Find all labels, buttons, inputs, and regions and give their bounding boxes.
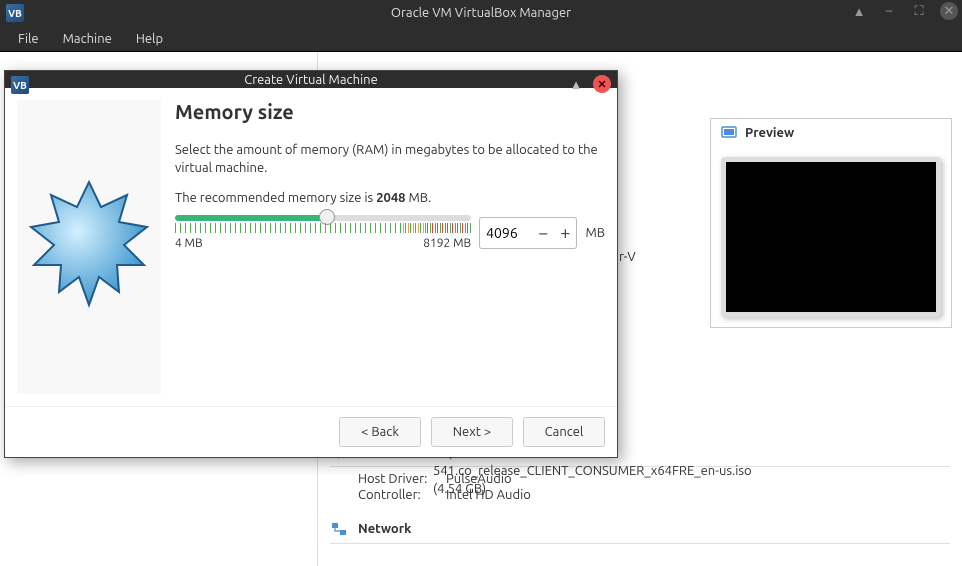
spin-down-icon[interactable]: − — [538, 224, 548, 242]
wizard-step-title: Memory size — [175, 100, 605, 123]
controller-label: Controller: — [358, 488, 436, 502]
preview-panel: Preview — [710, 118, 952, 328]
slider-min-label: 4 MB — [175, 237, 203, 250]
virtualbox-app-icon: VB — [6, 4, 24, 22]
next-button[interactable]: Next > — [431, 417, 513, 447]
paravirt-value-fragment: r-V — [619, 250, 636, 264]
dialog-title: Create Virtual Machine — [244, 73, 378, 87]
starburst-icon — [19, 177, 159, 317]
maximize-icon[interactable]: ⛶ — [910, 2, 928, 20]
back-button[interactable]: < Back — [339, 417, 421, 447]
network-section-header[interactable]: Network — [330, 515, 950, 544]
create-vm-dialog: VB Create Virtual Machine ▲ ✕ Memory siz… — [4, 70, 618, 458]
memory-unit: MB — [585, 226, 605, 240]
menu-machine[interactable]: Machine — [51, 28, 124, 50]
wizard-description: Select the amount of memory (RAM) in meg… — [175, 141, 605, 177]
main-window-controls: ▲ – ⛶ ✕ — [850, 2, 958, 20]
network-section: Network — [330, 515, 950, 544]
preview-screen — [721, 157, 941, 317]
minimize-icon[interactable]: – — [880, 2, 898, 20]
close-icon[interactable]: ✕ — [940, 2, 958, 20]
dialog-app-icon: VB — [11, 76, 29, 94]
dialog-rollup-icon[interactable]: ▲ — [567, 75, 585, 93]
memory-slider-row: 4 MB 8192 MB 4096 − + MB — [175, 215, 605, 250]
memory-slider[interactable]: 4 MB 8192 MB — [175, 215, 471, 250]
wizard-image — [17, 100, 161, 394]
network-section-title: Network — [358, 522, 411, 536]
dialog-close-icon[interactable]: ✕ — [593, 75, 611, 93]
eject-icon[interactable]: ▲ — [850, 2, 868, 20]
dialog-titlebar[interactable]: VB Create Virtual Machine ▲ ✕ — [5, 71, 617, 88]
menubar: File Machine Help — [0, 26, 962, 52]
host-driver-label: Host Driver: — [358, 472, 436, 486]
preview-label: Preview — [745, 126, 794, 140]
memory-value[interactable]: 4096 — [486, 225, 526, 241]
slider-ticks — [175, 223, 471, 233]
menu-file[interactable]: File — [6, 28, 51, 50]
spin-up-icon[interactable]: + — [560, 224, 570, 242]
monitor-icon — [721, 125, 737, 141]
slider-max-label: 8192 MB — [423, 237, 471, 250]
network-icon — [330, 520, 348, 538]
preview-header: Preview — [711, 119, 951, 147]
memory-spinbox[interactable]: 4096 − + — [479, 217, 577, 249]
main-window-title: Oracle VM VirtualBox Manager — [391, 6, 571, 20]
dialog-footer: < Back Next > Cancel — [5, 406, 617, 457]
cancel-button[interactable]: Cancel — [523, 417, 605, 447]
recommended-text: The recommended memory size is 2048 MB. — [175, 191, 605, 205]
main-titlebar: VB Oracle VM VirtualBox Manager ▲ – ⛶ ✕ — [0, 0, 962, 26]
menu-help[interactable]: Help — [124, 28, 175, 50]
